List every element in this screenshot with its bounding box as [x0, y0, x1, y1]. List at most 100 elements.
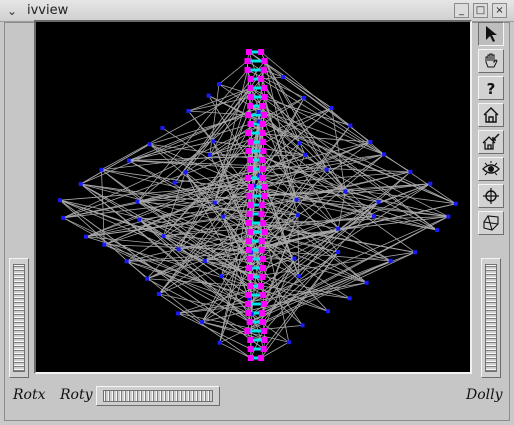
center-node — [261, 184, 268, 190]
outer-node — [99, 167, 104, 172]
center-node — [247, 94, 254, 100]
center-node — [259, 319, 266, 325]
center-node — [247, 229, 254, 235]
center-node — [258, 310, 265, 316]
outer-node — [161, 234, 166, 239]
center-node — [260, 139, 267, 145]
center-node — [258, 202, 265, 208]
outer-node — [412, 250, 417, 255]
center-node — [244, 301, 251, 307]
outer-node — [343, 189, 348, 194]
graph-edge — [219, 342, 252, 359]
set-home-button[interactable] — [478, 130, 504, 154]
outer-node — [302, 95, 307, 100]
outer-node — [446, 214, 451, 219]
outer-node — [126, 158, 131, 163]
roty-thumbwheel[interactable] — [96, 386, 220, 406]
render-area[interactable] — [34, 20, 472, 374]
center-node — [260, 112, 267, 118]
seek-button[interactable] — [478, 184, 504, 208]
graph-edge — [202, 282, 367, 323]
outer-node — [281, 75, 286, 80]
outer-node — [200, 319, 205, 324]
graph-edge — [80, 143, 150, 185]
center-node — [246, 265, 253, 271]
dolly-thumbwheel[interactable] — [481, 258, 501, 378]
center-node — [258, 247, 265, 253]
set-home-icon — [482, 133, 500, 150]
dolly-label: Dolly — [466, 387, 503, 403]
maximize-icon: □ — [475, 5, 486, 16]
rotx-label: Rotx — [13, 387, 46, 403]
outer-node — [172, 180, 177, 185]
center-node — [261, 85, 268, 91]
outer-node — [156, 292, 161, 297]
rotx-thumbwheel[interactable] — [9, 258, 29, 378]
center-node — [247, 202, 254, 208]
outer-node — [217, 340, 222, 345]
outer-node — [219, 274, 224, 279]
dolly-wheel-grip — [485, 264, 497, 372]
minimize-button[interactable]: _ — [454, 3, 469, 18]
center-node — [247, 76, 254, 82]
center-node — [245, 292, 252, 298]
outer-node — [303, 152, 308, 157]
outer-node — [176, 311, 181, 316]
title-bar: ⌄ ivview _ □ × — [0, 0, 514, 22]
center-node — [245, 247, 252, 253]
outer-node — [176, 247, 181, 252]
perspective-icon — [483, 215, 499, 231]
outer-node — [217, 82, 222, 87]
center-node — [259, 166, 266, 172]
center-node — [244, 67, 251, 73]
minimize-icon: _ — [459, 5, 464, 16]
outer-node — [286, 340, 291, 345]
outer-node — [102, 242, 107, 247]
center-node — [260, 148, 267, 154]
home-button[interactable] — [478, 103, 504, 127]
outer-node — [183, 170, 188, 175]
center-node — [247, 139, 254, 145]
maximize-button[interactable]: □ — [473, 3, 488, 18]
outer-node — [376, 199, 381, 204]
center-node — [247, 85, 254, 91]
center-node — [247, 184, 254, 190]
close-button[interactable]: × — [492, 3, 507, 18]
pick-mode-button[interactable] — [478, 22, 504, 46]
outer-node — [408, 169, 413, 174]
center-node — [258, 355, 265, 361]
center-node — [244, 58, 251, 64]
perspective-button[interactable] — [478, 211, 504, 235]
outer-node — [78, 181, 83, 186]
center-node — [245, 49, 252, 55]
outer-node — [294, 197, 299, 202]
hand-icon — [485, 53, 498, 68]
center-node — [261, 328, 268, 334]
center-node — [258, 283, 265, 289]
outer-node — [329, 106, 334, 111]
outer-node — [124, 259, 129, 264]
graph-scene — [57, 49, 458, 361]
svg-text:?: ? — [487, 80, 496, 97]
view-mode-button[interactable] — [478, 49, 504, 73]
roty-label: Roty — [60, 387, 93, 403]
view-all-button[interactable] — [478, 157, 504, 181]
outer-node — [435, 228, 440, 233]
outer-node — [57, 198, 62, 203]
outer-node — [292, 256, 297, 261]
outer-node — [372, 214, 377, 219]
center-node — [246, 193, 253, 199]
window-menu-button[interactable]: ⌄ — [4, 3, 20, 19]
graph-edges — [59, 50, 457, 360]
center-node — [246, 211, 253, 217]
outer-node — [336, 250, 341, 255]
center-node — [247, 337, 254, 343]
center-node — [258, 76, 265, 82]
outer-node — [211, 139, 216, 144]
center-node — [245, 148, 252, 154]
outer-node — [186, 109, 191, 114]
help-button[interactable]: ? — [478, 76, 504, 100]
center-node — [261, 337, 268, 343]
center-node — [258, 49, 265, 55]
graph-edge — [218, 60, 248, 85]
